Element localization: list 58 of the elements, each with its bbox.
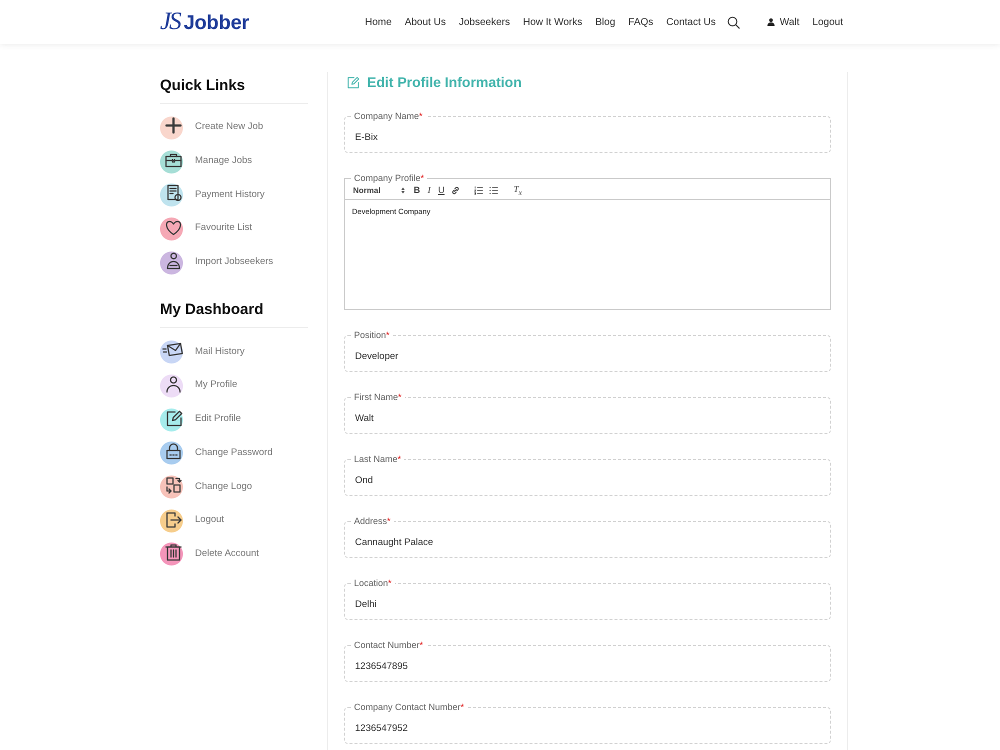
- section-heading: My Dashboard: [160, 300, 264, 320]
- field-label: Company Contact Number*: [351, 701, 468, 713]
- field-label: First Name*: [351, 391, 405, 403]
- person-outline-icon: [160, 372, 186, 398]
- field-label: Location*: [351, 577, 395, 589]
- nav-link[interactable]: Jobseekers: [458, 16, 510, 28]
- sidebar-link[interactable]: Import Jobseekers: [160, 244, 308, 278]
- nav-link[interactable]: FAQs: [628, 16, 654, 28]
- sidebar-link[interactable]: Favourite List: [160, 211, 308, 245]
- sidebar-link[interactable]: Mail History: [160, 334, 308, 368]
- format-select[interactable]: Normal: [353, 186, 405, 194]
- field-label: Address*: [351, 515, 394, 527]
- sidebar-link[interactable]: Manage Jobs: [160, 144, 308, 178]
- exit-icon: [160, 506, 186, 533]
- sidebar-link[interactable]: Change Logo: [160, 469, 308, 503]
- user-icon: [766, 18, 775, 26]
- lock-icon: [160, 439, 186, 466]
- page-title: Edit Profile Information: [367, 74, 522, 90]
- field-label: Company Name*: [351, 110, 426, 122]
- user-menu-link[interactable]: Walt: [766, 16, 800, 28]
- italic-button[interactable]: I: [423, 183, 436, 197]
- sidebar-link[interactable]: My Profile: [160, 368, 308, 402]
- ordered-list-icon: [474, 186, 483, 194]
- squares-icon: [160, 473, 186, 500]
- updown-caret-icon: [400, 186, 405, 194]
- edit-icon: [160, 406, 186, 432]
- sidebar-link[interactable]: Logout: [160, 502, 308, 537]
- search-button[interactable]: [726, 16, 740, 28]
- field-label: Position*: [351, 329, 393, 341]
- search-icon: [726, 16, 740, 28]
- field-label: Contact Number*: [351, 639, 426, 651]
- underline-button[interactable]: U: [435, 183, 448, 197]
- nav-link[interactable]: Blog: [595, 16, 616, 28]
- briefcase-icon: [160, 148, 186, 174]
- document-icon: [160, 181, 186, 208]
- sidebar-link[interactable]: Change Password: [160, 436, 308, 470]
- logo[interactable]: JS Jobber: [160, 8, 250, 36]
- field-label: Last Name*: [351, 453, 404, 465]
- nav-link[interactable]: Home: [365, 16, 392, 28]
- plus-icon: [160, 114, 186, 140]
- section-heading: Quick Links: [160, 76, 246, 96]
- bold-button[interactable]: B: [410, 183, 424, 197]
- sidebar-link[interactable]: Payment History: [160, 177, 308, 212]
- sidebar-link[interactable]: Edit Profile: [160, 402, 308, 436]
- envelope-icon: [160, 338, 186, 364]
- trash-icon: [160, 540, 186, 566]
- person-icon: [160, 248, 186, 275]
- clear-format-button[interactable]: T$_{x}$: [510, 183, 525, 197]
- sidebar-link[interactable]: Create New Job: [160, 110, 308, 144]
- sidebar-link[interactable]: Delete Account: [160, 536, 308, 570]
- nav-link[interactable]: About Us: [404, 16, 446, 28]
- bullet-list-icon: [488, 186, 498, 194]
- edit-icon: [347, 76, 360, 88]
- link-icon: [450, 186, 460, 194]
- nav-link[interactable]: How It Works: [522, 16, 582, 28]
- field-label: Company Profile*: [351, 172, 428, 184]
- logout-link[interactable]: Logout: [812, 16, 843, 28]
- nav-link[interactable]: Contact Us: [666, 16, 716, 28]
